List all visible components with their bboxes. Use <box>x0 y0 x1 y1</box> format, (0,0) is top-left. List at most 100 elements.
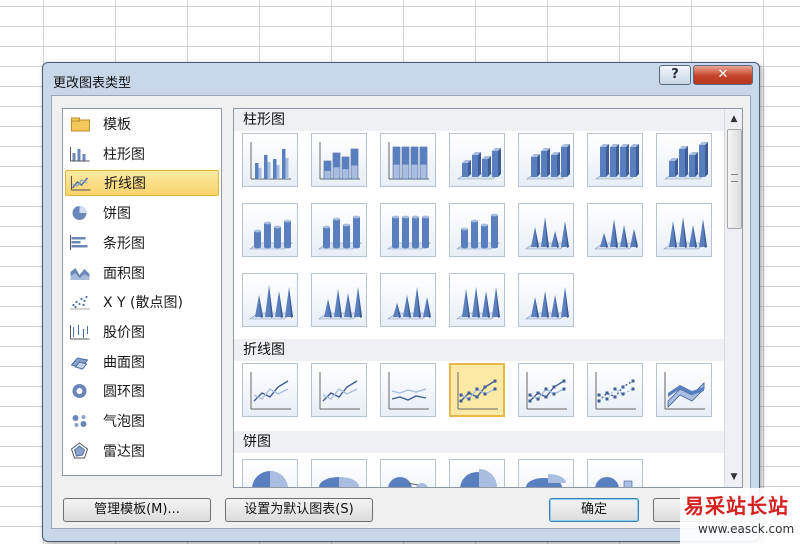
watermark-url: www.easck.com <box>698 522 795 536</box>
thumbnail-3d-pyramid[interactable] <box>518 273 574 327</box>
category-label: 折线图 <box>104 176 146 193</box>
thumbnail-line-with-markers[interactable] <box>449 363 505 417</box>
category-item[interactable]: 柱形图 <box>65 141 219 167</box>
clustered-column-icon <box>250 142 291 180</box>
3d-cone-icon <box>249 285 293 320</box>
thumbnail-clustered-cone[interactable] <box>518 203 574 257</box>
thumbnail-clustered-column[interactable] <box>242 133 298 187</box>
category-item[interactable]: 曲面图 <box>65 349 219 375</box>
thumbnail-stacked-pyramid[interactable] <box>380 273 436 327</box>
category-label: X Y (散点图) <box>103 295 183 312</box>
thumbnail-stacked-line-with-markers[interactable] <box>518 363 574 417</box>
thumbnail-3d-stacked-column[interactable] <box>518 133 574 187</box>
thumbnail-3d-pie[interactable] <box>311 459 367 487</box>
category-label: 模板 <box>103 117 131 133</box>
category-item[interactable]: 面积图 <box>65 260 219 286</box>
line-chart-icon <box>71 176 91 191</box>
pie-chart-icon <box>72 206 87 221</box>
stacked-column-icon <box>319 142 360 180</box>
thumbnail-pie[interactable] <box>242 459 298 487</box>
category-item[interactable]: X Y (散点图) <box>65 289 219 315</box>
category-item[interactable]: 圆环图 <box>65 378 219 404</box>
thumbnail-stacked-line[interactable] <box>311 363 367 417</box>
bar-of-pie-icon <box>595 477 633 487</box>
category-label: 条形图 <box>103 235 145 252</box>
thumbnail-clustered-pyramid[interactable] <box>311 273 367 327</box>
doughnut-chart-icon <box>72 384 87 399</box>
section-header-column: 柱形图 <box>234 109 724 131</box>
3d-clustered-column-icon <box>457 148 501 180</box>
bar-chart-icon <box>70 234 88 250</box>
thumbnail-3d-cylinder[interactable] <box>449 203 505 257</box>
scroll-down-arrow-icon[interactable]: ▼ <box>725 469 742 485</box>
category-item[interactable]: 折线图 <box>65 170 219 197</box>
3d-stacked-column-icon <box>526 144 570 180</box>
dialog-title: 更改图表类型 <box>53 76 132 91</box>
stacked-line-icon <box>319 372 360 410</box>
gallery-scrollbar[interactable]: ▲ ▼ <box>724 109 742 487</box>
category-item[interactable]: 雷达图 <box>65 438 219 464</box>
scatter-chart-icon <box>70 296 90 310</box>
watermark-title: 易采站长站 <box>684 494 789 518</box>
surface-chart-icon <box>70 357 89 370</box>
close-button[interactable]: ✕ <box>693 65 753 85</box>
thumbnail-100-stacked-cylinder[interactable] <box>380 203 436 257</box>
thumbnail-3d-cone[interactable] <box>242 273 298 327</box>
stacked-pyramid-icon <box>387 287 431 320</box>
manage-templates-button[interactable]: 管理模板(M)... <box>63 498 211 522</box>
thumbnail-line[interactable] <box>242 363 298 417</box>
ok-button[interactable]: 确定 <box>549 498 639 522</box>
thumbnail-100-stacked-pyramid[interactable] <box>449 273 505 327</box>
clustered-pyramid-icon <box>318 287 362 320</box>
pie-of-pie-icon <box>388 477 428 487</box>
thumbnail-100-stacked-cone[interactable] <box>656 203 712 257</box>
thumbnail-100-stacked-column[interactable] <box>380 133 436 187</box>
100-stacked-column-icon <box>388 142 429 180</box>
category-item[interactable]: 气泡图 <box>65 408 219 434</box>
line-with-markers-icon <box>457 372 498 410</box>
folder-icon <box>71 117 90 132</box>
3d-100-stacked-column-icon <box>595 144 639 180</box>
thumbnail-stacked-cone[interactable] <box>587 203 643 257</box>
thumbnail-stacked-column[interactable] <box>311 133 367 187</box>
scrollbar-thumb[interactable] <box>727 129 742 229</box>
category-item[interactable]: 条形图 <box>65 230 219 256</box>
section-header-pie: 饼图 <box>234 431 724 453</box>
column-chart-icon <box>70 146 90 162</box>
chart-subtype-gallery: 柱形图 折线图 饼图 ▲ ▼ <box>233 108 743 488</box>
3d-pie-icon <box>319 477 359 487</box>
thumbnail-3d-column[interactable] <box>656 133 712 187</box>
category-item[interactable]: 股价图 <box>65 319 219 345</box>
3d-exploded-pie-icon <box>526 474 566 487</box>
100-stacked-cone-icon <box>663 217 707 250</box>
thumbnail-exploded-pie[interactable] <box>449 459 505 487</box>
thumbnail-3d-exploded-pie[interactable] <box>518 459 574 487</box>
dialog-titlebar[interactable]: 更改图表类型 ? ✕ <box>43 63 759 95</box>
category-label: 圆环图 <box>103 384 145 401</box>
thumbnail-3d-100-stacked-column[interactable] <box>587 133 643 187</box>
thumbnail-bar-of-pie[interactable] <box>587 459 643 487</box>
thumbnail-3d-clustered-column[interactable] <box>449 133 505 187</box>
category-item[interactable]: 模板 <box>65 111 219 137</box>
set-default-chart-button[interactable]: 设置为默认图表(S) <box>225 498 373 522</box>
thumbnail-100-stacked-line[interactable] <box>380 363 436 417</box>
3d-line-icon <box>664 372 705 410</box>
thumbnail-pie-of-pie[interactable] <box>380 459 436 487</box>
clustered-cone-icon <box>525 217 569 250</box>
help-button[interactable]: ? <box>659 65 691 85</box>
clustered-cylinder-icon <box>249 219 293 250</box>
radar-chart-icon <box>70 442 89 459</box>
line-icon <box>250 372 291 410</box>
stacked-cylinder-icon <box>318 215 362 250</box>
100-stacked-line-with-markers-icon <box>595 372 636 410</box>
3d-pyramid-icon <box>525 287 569 320</box>
scroll-up-arrow-icon[interactable]: ▲ <box>725 111 742 127</box>
thumbnail-stacked-cylinder[interactable] <box>311 203 367 257</box>
3d-cylinder-icon <box>456 213 500 250</box>
category-label: 雷达图 <box>103 443 145 460</box>
thumbnail-3d-line[interactable] <box>656 363 712 417</box>
stock-chart-icon <box>70 324 90 340</box>
thumbnail-clustered-cylinder[interactable] <box>242 203 298 257</box>
category-item[interactable]: 饼图 <box>65 200 219 226</box>
thumbnail-100-stacked-line-with-markers[interactable] <box>587 363 643 417</box>
